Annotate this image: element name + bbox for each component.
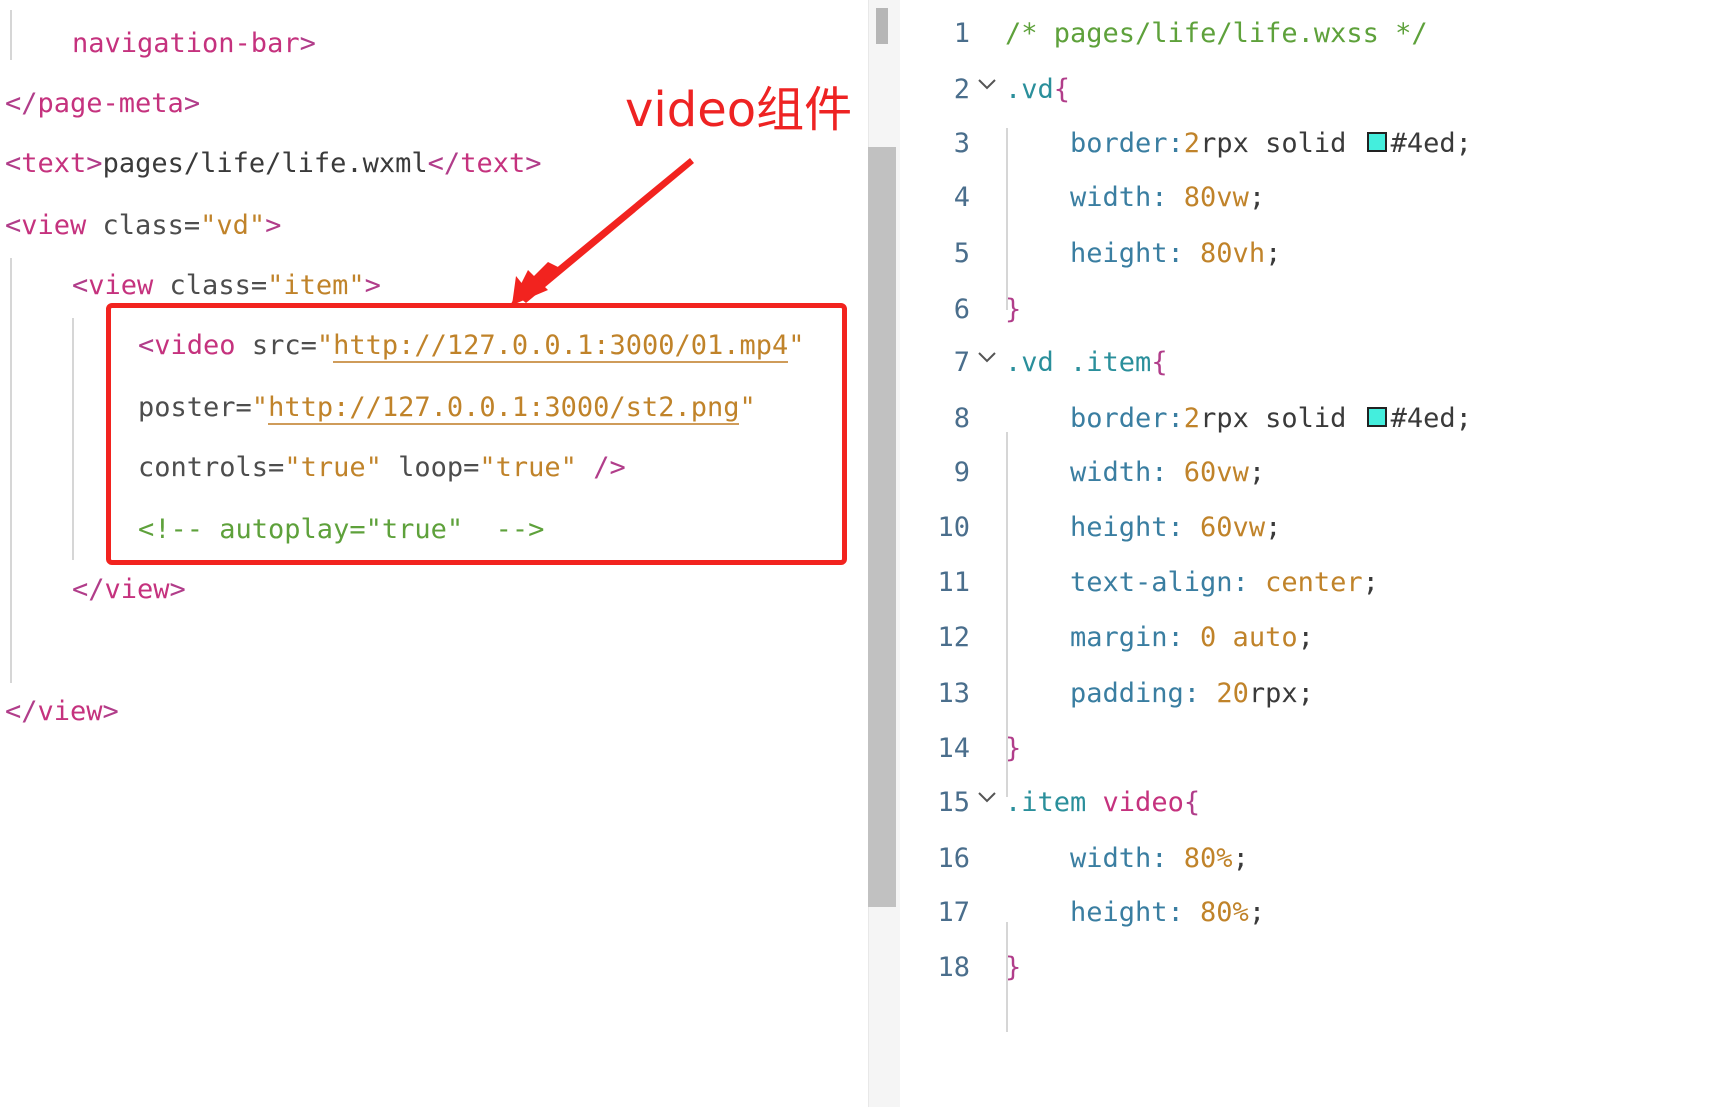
line-number: 17 [937, 897, 970, 928]
code-token: 2 [1183, 403, 1201, 434]
line-number: 1 [953, 18, 970, 49]
code-token: rpx; [1248, 678, 1314, 709]
code-token: rpx solid [1200, 403, 1363, 434]
line-number: 5 [953, 238, 970, 269]
code-token: /* pages/life/life.wxss */ [1005, 18, 1428, 49]
code-token: width: [1070, 843, 1184, 874]
scrollbar-thumb[interactable] [868, 147, 896, 907]
indent-guide [1006, 432, 1008, 797]
code-token: > [102, 696, 119, 727]
code-token: 80vh [1200, 238, 1266, 269]
code-token: ; [1248, 897, 1266, 928]
code-token: border: [1070, 128, 1184, 159]
code-token: padding: [1070, 678, 1217, 709]
wxss-line[interactable]: margin: 0 auto; [1070, 618, 1314, 658]
fold-chevron-down-icon[interactable] [975, 345, 999, 369]
code-token: 20 [1216, 678, 1249, 709]
line-number: 6 [953, 294, 970, 325]
code-token: text-align: [1070, 567, 1266, 598]
code-token: 0 auto [1200, 622, 1298, 653]
code-token: .vd .item [1005, 347, 1152, 378]
wxml-line[interactable]: </view> [5, 692, 119, 732]
wxss-line[interactable]: height: 80%; [1070, 893, 1265, 933]
line-number: 9 [953, 457, 970, 488]
line-number: 16 [937, 843, 970, 874]
code-token: height: [1070, 512, 1201, 543]
indent-guide [1006, 922, 1008, 1032]
code-token: margin: [1070, 622, 1201, 653]
color-swatch-icon [1366, 406, 1387, 427]
fold-chevron-down-icon[interactable] [975, 72, 999, 96]
line-number: 13 [937, 678, 970, 709]
wxss-line[interactable]: .item video{ [1005, 783, 1200, 823]
wxss-line[interactable]: height: 60vw; [1070, 508, 1281, 548]
indent-guide [1006, 128, 1008, 310]
code-token: ; [1248, 182, 1266, 213]
code-token: #4ed; [1390, 128, 1472, 159]
wxml-editor-pane[interactable]: navigation-bar> </page-meta> <text>pages… [0, 0, 868, 1107]
wxss-line[interactable]: height: 80vh; [1070, 234, 1281, 274]
code-token: 2 [1183, 128, 1201, 159]
code-token: 60vw [1200, 512, 1266, 543]
code-token: 80% [1183, 843, 1233, 874]
code-token: { [1053, 74, 1071, 105]
code-token: width: [1070, 457, 1184, 488]
code-token: width: [1070, 182, 1184, 213]
code-token: ; [1248, 457, 1266, 488]
code-token: center [1265, 567, 1363, 598]
line-number: 12 [937, 622, 970, 653]
wxss-line[interactable]: text-align: center; [1070, 563, 1379, 603]
code-token: </ [72, 574, 105, 605]
code-token: rpx solid [1200, 128, 1363, 159]
code-token: 80vw [1183, 182, 1249, 213]
wxss-line[interactable]: width: 80vw; [1070, 178, 1265, 218]
line-number: 3 [953, 128, 970, 159]
code-token: view [104, 574, 170, 605]
code-token: ; [1265, 238, 1282, 269]
wxss-line[interactable]: border:2rpx solid #4ed; [1070, 124, 1472, 164]
code-token: #4ed; [1390, 403, 1472, 434]
code-token: { [1183, 787, 1201, 818]
wxss-line[interactable]: padding: 20rpx; [1070, 674, 1314, 714]
line-number: 2 [953, 74, 970, 105]
code-token: 80% [1200, 897, 1249, 928]
wxml-line[interactable]: </view> [72, 570, 186, 610]
code-token: .item [1005, 787, 1103, 818]
scrollbar-thumb-top[interactable] [876, 8, 888, 44]
line-number: 8 [953, 403, 970, 434]
line-number: 15 [937, 787, 970, 818]
line-number: 18 [937, 952, 970, 983]
code-token: ; [1297, 622, 1314, 653]
code-token: view [37, 696, 103, 727]
wxss-line[interactable]: .vd{ [1005, 70, 1070, 110]
code-token: border: [1070, 403, 1184, 434]
wxss-editor-pane[interactable]: 1/* pages/life/life.wxss */2 .vd{3 border:… [900, 0, 1735, 1107]
fold-chevron-down-icon[interactable] [975, 785, 999, 809]
wxss-line[interactable]: border:2rpx solid #4ed; [1070, 399, 1472, 439]
line-number: 11 [937, 567, 970, 598]
code-token: height: [1070, 238, 1201, 269]
code-token: video [1102, 787, 1184, 818]
code-token: > [169, 574, 186, 605]
code-token: { [1151, 347, 1168, 378]
code-token: .vd [1005, 74, 1054, 105]
annotation-arrow-icon [510, 158, 694, 306]
code-token: ; [1232, 843, 1249, 874]
code-token: ; [1362, 567, 1379, 598]
line-number: 7 [953, 347, 970, 378]
line-number: 4 [953, 182, 970, 213]
code-token: 60vw [1183, 457, 1249, 488]
wxss-line[interactable]: .vd .item{ [1005, 343, 1168, 383]
line-number: 10 [937, 512, 970, 543]
code-token: height: [1070, 897, 1201, 928]
line-number: 14 [937, 733, 970, 764]
color-swatch-icon [1366, 131, 1387, 152]
code-token: ; [1265, 512, 1282, 543]
wxss-line[interactable]: width: 60vw; [1070, 453, 1265, 493]
wxss-line[interactable]: /* pages/life/life.wxss */ [1005, 14, 1428, 54]
code-token: </ [5, 696, 38, 727]
wxss-line[interactable]: width: 80%; [1070, 839, 1249, 879]
